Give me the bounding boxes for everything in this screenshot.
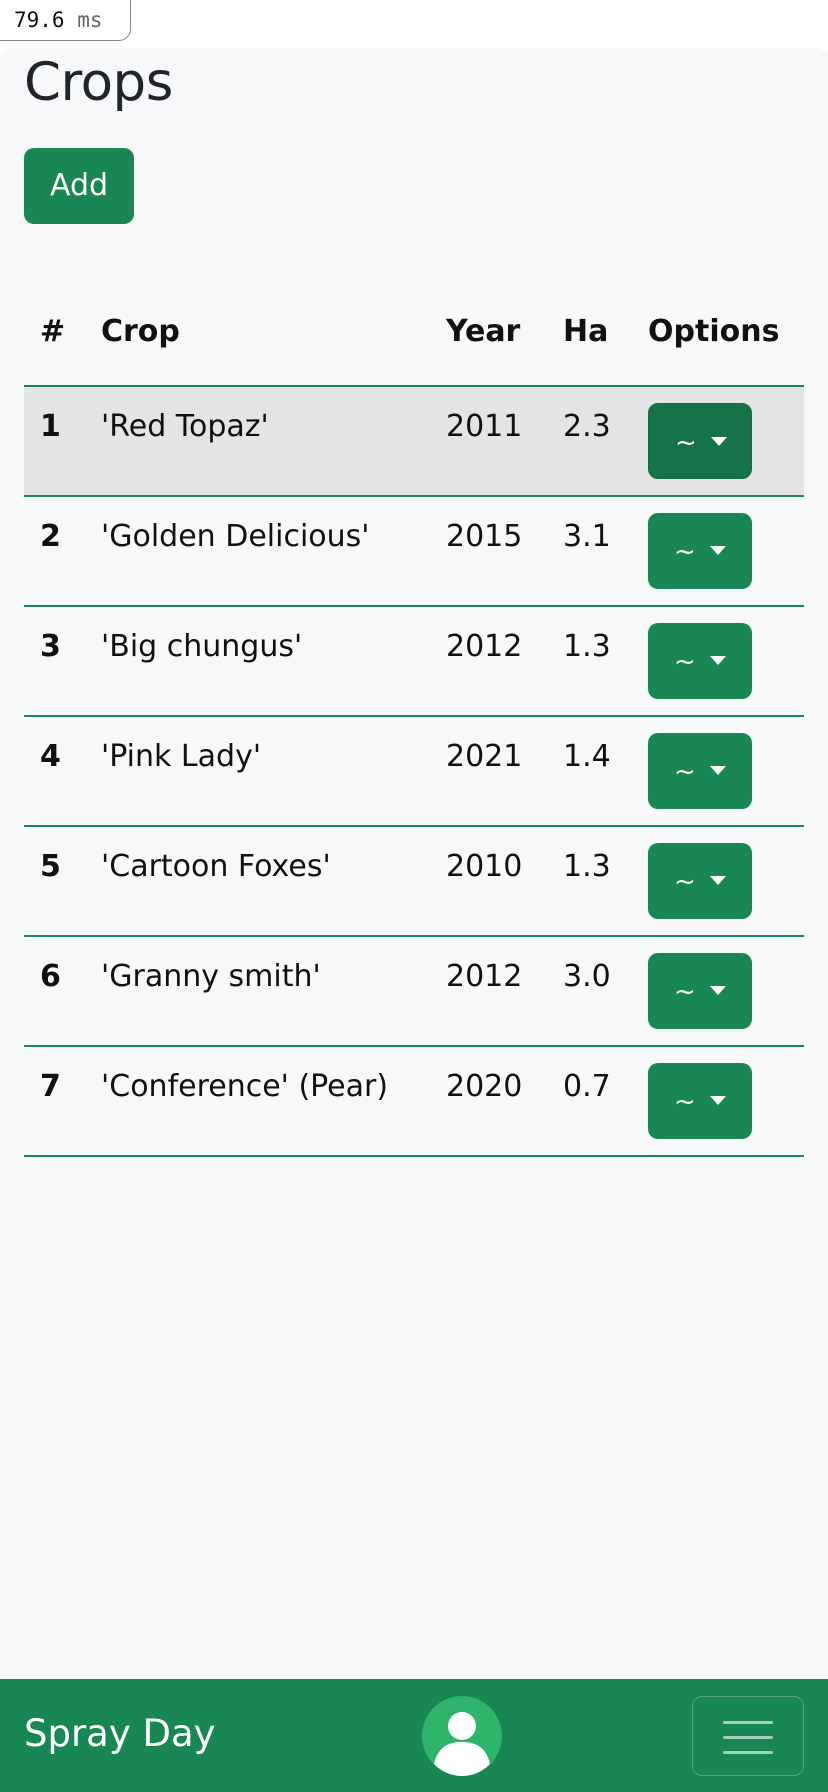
crop-name: 'Granny smith' xyxy=(101,936,446,1047)
caret-down-icon xyxy=(710,1096,726,1105)
options-dropdown-button[interactable]: ~ xyxy=(648,403,752,479)
column-header-year: Year xyxy=(446,268,563,387)
column-header-crop: Crop xyxy=(101,268,446,387)
performance-unit: ms xyxy=(77,8,103,32)
crop-year: 2010 xyxy=(446,826,563,937)
performance-timer: 79.6 ms xyxy=(0,0,131,41)
options-dropdown-button[interactable]: ~ xyxy=(648,843,752,919)
options-label: ~ xyxy=(674,867,696,897)
caret-down-icon xyxy=(710,876,726,885)
crop-name: 'Big chungus' xyxy=(101,606,446,717)
caret-down-icon xyxy=(710,656,726,665)
crop-name: 'Golden Delicious' xyxy=(101,496,446,607)
table-row: 7 'Conference' (Pear) 2020 0.7 ~ xyxy=(24,1046,804,1157)
crop-year: 2020 xyxy=(446,1046,563,1157)
options-cell: ~ xyxy=(648,386,804,497)
row-number: 6 xyxy=(24,936,101,1047)
caret-down-icon xyxy=(710,546,726,555)
crop-year: 2012 xyxy=(446,606,563,717)
options-cell: ~ xyxy=(648,496,804,607)
row-number: 2 xyxy=(24,496,101,607)
options-cell: ~ xyxy=(648,826,804,937)
options-dropdown-button[interactable]: ~ xyxy=(648,513,752,589)
brand-link[interactable]: Spray Day xyxy=(24,1712,216,1755)
options-dropdown-button[interactable]: ~ xyxy=(648,733,752,809)
table-row: 2 'Golden Delicious' 2015 3.1 ~ xyxy=(24,496,804,607)
options-label: ~ xyxy=(674,977,696,1007)
performance-value: 79.6 xyxy=(14,8,65,32)
crops-table: # Crop Year Ha Options 1 'Red Topaz' 2011 2… xyxy=(24,268,804,1157)
crop-year: 2011 xyxy=(446,386,563,497)
table-body: 1 'Red Topaz' 2011 2.3 ~2 'Golden Delicious' 2… xyxy=(24,386,804,1157)
crop-hectares: 1.4 xyxy=(563,716,648,827)
options-dropdown-button[interactable]: ~ xyxy=(648,953,752,1029)
table-row: 3 'Big chungus' 2012 1.3 ~ xyxy=(24,606,804,717)
caret-down-icon xyxy=(710,766,726,775)
column-header-hectares: Ha xyxy=(563,268,648,387)
crop-year: 2021 xyxy=(446,716,563,827)
main-content: Crops Add # Crop Year Ha Options 1 'Red T… xyxy=(0,48,828,1679)
options-label: ~ xyxy=(674,757,696,787)
crop-hectares: 1.3 xyxy=(563,826,648,937)
column-header-number: # xyxy=(24,268,101,387)
user-avatar-icon[interactable] xyxy=(422,1696,502,1776)
caret-down-icon xyxy=(711,437,727,446)
options-cell: ~ xyxy=(648,1046,804,1157)
table-row: 1 'Red Topaz' 2011 2.3 ~ xyxy=(24,386,804,497)
row-number: 5 xyxy=(24,826,101,937)
navbar-menu-toggle[interactable] xyxy=(692,1696,804,1776)
options-label: ~ xyxy=(674,647,696,677)
add-crop-button[interactable]: Add xyxy=(24,148,134,224)
crop-hectares: 3.0 xyxy=(563,936,648,1047)
options-cell: ~ xyxy=(648,716,804,827)
crop-hectares: 1.3 xyxy=(563,606,648,717)
crop-hectares: 2.3 xyxy=(563,386,648,497)
options-label: ~ xyxy=(675,428,697,458)
caret-down-icon xyxy=(710,986,726,995)
bottom-navbar: Spray Day xyxy=(0,1679,828,1792)
options-cell: ~ xyxy=(648,936,804,1047)
table-row: 4 'Pink Lady' 2021 1.4 ~ xyxy=(24,716,804,827)
row-number: 4 xyxy=(24,716,101,827)
options-dropdown-button[interactable]: ~ xyxy=(648,623,752,699)
crop-hectares: 3.1 xyxy=(563,496,648,607)
table-row: 5 'Cartoon Foxes' 2010 1.3 ~ xyxy=(24,826,804,937)
page-title: Crops xyxy=(24,52,173,113)
crop-name: 'Red Topaz' xyxy=(101,386,446,497)
crop-name: 'Cartoon Foxes' xyxy=(101,826,446,937)
table-header: # Crop Year Ha Options xyxy=(24,268,804,387)
crop-hectares: 0.7 xyxy=(563,1046,648,1157)
hamburger-menu-icon xyxy=(723,1721,773,1766)
crop-name: 'Conference' (Pear) xyxy=(101,1046,446,1157)
row-number: 3 xyxy=(24,606,101,717)
options-label: ~ xyxy=(674,1087,696,1117)
column-header-options: Options xyxy=(648,268,804,387)
table-row: 6 'Granny smith' 2012 3.0 ~ xyxy=(24,936,804,1047)
crop-year: 2015 xyxy=(446,496,563,607)
options-cell: ~ xyxy=(648,606,804,717)
table-header-row: # Crop Year Ha Options xyxy=(24,268,804,387)
options-label: ~ xyxy=(674,537,696,567)
row-number: 1 xyxy=(24,386,101,497)
row-number: 7 xyxy=(24,1046,101,1157)
crop-name: 'Pink Lady' xyxy=(101,716,446,827)
options-dropdown-button[interactable]: ~ xyxy=(648,1063,752,1139)
crop-year: 2012 xyxy=(446,936,563,1047)
